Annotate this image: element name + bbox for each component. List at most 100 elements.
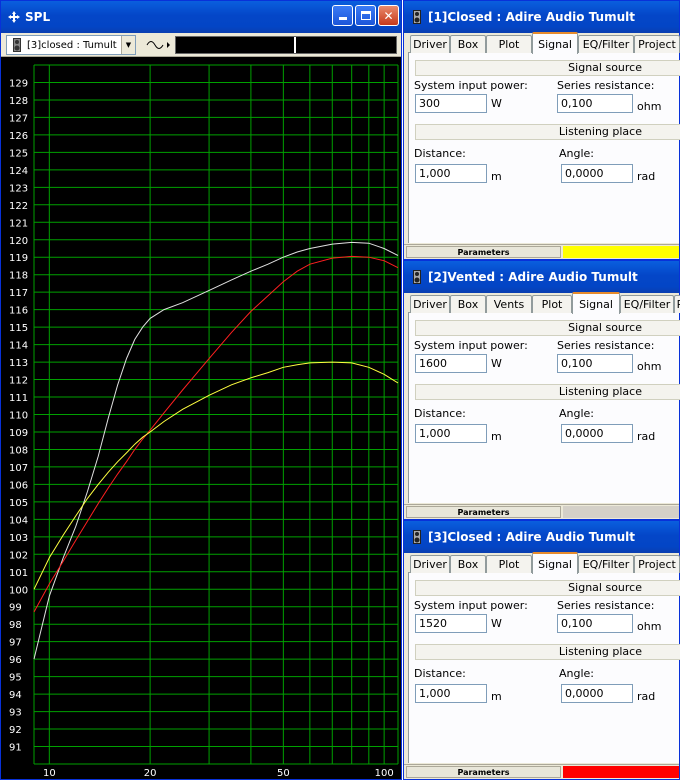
resistance-input[interactable]: 0,100 xyxy=(557,614,633,633)
spl-curve-1 xyxy=(33,241,399,660)
signal-source-header: Signal source xyxy=(415,60,680,76)
distance-input[interactable]: 1,000 xyxy=(415,684,487,703)
resistance-input[interactable]: 0,100 xyxy=(557,354,633,373)
x-tick-label: 50 xyxy=(277,768,290,779)
distance-input[interactable]: 1,000 xyxy=(415,164,487,183)
y-tick-label: 113 xyxy=(9,358,28,369)
tab-driver[interactable]: Driver xyxy=(410,35,450,53)
tab-driver[interactable]: Driver xyxy=(410,555,450,573)
listening-place-header: Listening place xyxy=(415,644,680,660)
tab-driver[interactable]: Driver xyxy=(410,295,450,313)
listening-place-header: Listening place xyxy=(415,384,680,400)
curve-color-indicator xyxy=(563,246,679,258)
tab-eq-filter[interactable]: EQ/Filter xyxy=(578,555,634,573)
parameters-label: Parameters xyxy=(406,766,561,778)
y-tick-label: 91 xyxy=(9,743,22,754)
spl-title-bar[interactable]: SPL ✕ xyxy=(1,1,401,33)
power-input[interactable]: 1520 xyxy=(415,614,487,633)
panel-title: [1]Closed : Adire Audio Tumult xyxy=(428,10,635,24)
close-icon: ✕ xyxy=(383,8,394,23)
y-tick-label: 114 xyxy=(9,341,28,352)
angle-unit: rad xyxy=(637,170,656,183)
speaker-icon xyxy=(410,270,424,284)
y-tick-label: 116 xyxy=(9,306,28,317)
tab-box[interactable]: Box xyxy=(450,555,486,573)
resistance-input[interactable]: 0,100 xyxy=(557,94,633,113)
y-tick-label: 115 xyxy=(9,323,28,334)
resistance-unit: ohm xyxy=(637,360,662,373)
waveform-icon xyxy=(146,41,170,49)
tab-project[interactable]: Project xyxy=(634,35,680,53)
tab-signal[interactable]: Signal xyxy=(572,292,620,314)
resistance-label: Series resistance: xyxy=(557,339,655,352)
chevron-down-icon[interactable]: ▼ xyxy=(121,36,135,54)
x-tick-label: 20 xyxy=(144,768,157,779)
x-tick-label: 10 xyxy=(43,768,56,779)
y-tick-label: 97 xyxy=(9,638,22,649)
spl-curve-3 xyxy=(33,361,399,590)
speaker-icon xyxy=(410,10,424,24)
power-label: System input power: xyxy=(414,339,528,352)
panel-title-bar[interactable]: [3]Closed : Adire Audio Tumult xyxy=(404,521,679,553)
tab-vents[interactable]: Vents xyxy=(486,295,532,313)
y-tick-label: 104 xyxy=(9,515,28,526)
y-tick-label: 129 xyxy=(9,78,28,89)
curve-color-indicator xyxy=(563,506,679,518)
tab-box[interactable]: Box xyxy=(450,35,486,53)
resistance-label: Series resistance: xyxy=(557,79,655,92)
y-tick-label: 127 xyxy=(9,113,28,124)
y-tick-label: 103 xyxy=(9,533,28,544)
distance-input[interactable]: 1,000 xyxy=(415,424,487,443)
distance-label: Distance: xyxy=(414,147,466,160)
distance-unit: m xyxy=(491,170,502,183)
signal-pane: Signal source System input power: Series… xyxy=(408,573,680,763)
tab-p[interactable]: P xyxy=(674,295,680,313)
resistance-label: Series resistance: xyxy=(557,599,655,612)
power-unit: W xyxy=(491,97,502,110)
y-tick-label: 102 xyxy=(9,550,28,561)
curve-options-button[interactable] xyxy=(143,35,173,55)
minimize-button[interactable] xyxy=(332,5,353,26)
y-tick-label: 105 xyxy=(9,498,28,509)
tab-plot[interactable]: Plot xyxy=(486,555,532,573)
power-input[interactable]: 1600 xyxy=(415,354,487,373)
tab-project[interactable]: Project xyxy=(634,555,680,573)
panel-tabs: Driver Box Plot Signal EQ/Filter Project xyxy=(408,32,680,54)
signal-pane: Signal source System input power: Series… xyxy=(408,53,680,243)
tab-box[interactable]: Box xyxy=(450,295,486,313)
y-tick-label: 110 xyxy=(9,411,28,422)
tab-signal[interactable]: Signal xyxy=(532,552,578,574)
power-label: System input power: xyxy=(414,79,528,92)
power-unit: W xyxy=(491,617,502,630)
angle-input[interactable]: 0,0000 xyxy=(561,684,633,703)
spl-plot[interactable]: 129 128 127 126 125 124 123 122 121 120 119 118 117 1… xyxy=(1,57,401,779)
panel-tabs: Driver Box Plot Signal EQ/Filter Project xyxy=(408,552,680,574)
parameters-label: Parameters xyxy=(406,246,561,258)
y-tick-label: 119 xyxy=(9,253,28,264)
spl-toolbar: [3]closed : Tumult ▼ xyxy=(1,33,401,57)
y-tick-label: 95 xyxy=(9,673,22,684)
tab-plot[interactable]: Plot xyxy=(532,295,572,313)
angle-input[interactable]: 0,0000 xyxy=(561,164,633,183)
y-tick-label: 123 xyxy=(9,183,28,194)
y-tick-label: 128 xyxy=(9,96,28,107)
panel-title-bar[interactable]: [1]Closed : Adire Audio Tumult xyxy=(404,1,679,33)
power-input[interactable]: 300 xyxy=(415,94,487,113)
distance-label: Distance: xyxy=(414,667,466,680)
tab-plot[interactable]: Plot xyxy=(486,35,532,53)
tab-eq-filter[interactable]: EQ/Filter xyxy=(578,35,634,53)
project-select-value: [3]closed : Tumult xyxy=(27,39,117,51)
maximize-icon xyxy=(360,11,371,20)
y-tick-label: 122 xyxy=(9,201,28,212)
curve-color-bar[interactable] xyxy=(175,36,397,54)
distance-label: Distance: xyxy=(414,407,466,420)
panel-title-bar[interactable]: [2]Vented : Adire Audio Tumult xyxy=(404,261,679,293)
panel-status-bar: Parameters xyxy=(404,504,679,519)
project-select[interactable]: [3]closed : Tumult ▼ xyxy=(6,35,136,55)
maximize-button[interactable] xyxy=(355,5,376,26)
move-icon xyxy=(7,10,21,24)
tab-eq-filter[interactable]: EQ/Filter xyxy=(620,295,674,313)
angle-input[interactable]: 0,0000 xyxy=(561,424,633,443)
close-button[interactable]: ✕ xyxy=(378,5,399,26)
tab-signal[interactable]: Signal xyxy=(532,32,578,54)
